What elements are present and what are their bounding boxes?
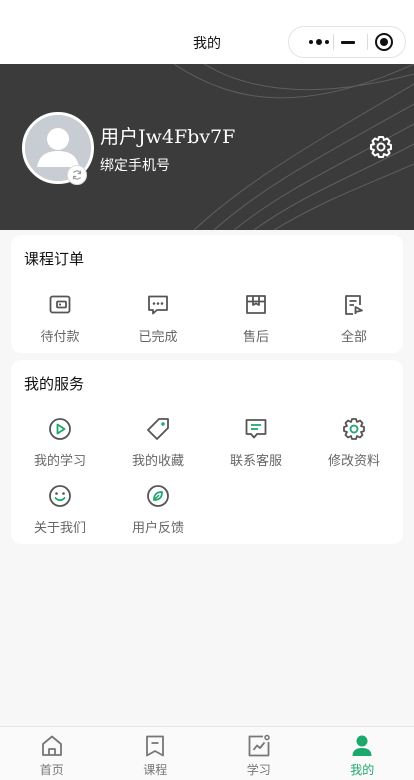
document-list-icon [345,295,363,315]
play-circle-icon [49,418,71,440]
order-pending-payment[interactable]: 待付款 [11,292,109,345]
top-navbar: 我的 [0,0,414,64]
course-orders-card: 课程订单 待付款 已完成 售后 全部 [11,235,403,353]
service-my-favorites[interactable]: 我的收藏 [109,416,207,469]
tag-icon [147,418,169,440]
order-completed[interactable]: 已完成 [109,292,207,345]
bookmark-icon [146,735,165,757]
order-after-sales[interactable]: 售后 [207,292,305,345]
compass-leaf-icon [147,485,169,507]
avatar-refresh-badge[interactable] [67,165,87,185]
service-my-learning-label: 我的学习 [33,454,86,469]
profile-header: 用户Jw4Fbv7F 绑定手机号 [0,64,414,230]
username: 用户Jw4Fbv7F [100,126,236,148]
order-pending-payment-label: 待付款 [40,330,80,345]
service-my-favorites-label: 我的收藏 [131,454,184,469]
service-edit-profile[interactable]: 修改资料 [305,416,403,469]
target-close-icon[interactable] [375,33,393,51]
tab-learning[interactable]: 学习 [207,733,311,778]
mini-program-capsule [288,26,406,58]
tab-home-label: 首页 [39,763,64,777]
message-icon [245,419,267,439]
minimize-icon[interactable] [341,41,355,44]
capsule-divider [367,34,368,50]
tab-courses-label: 课程 [143,763,168,777]
my-services-card: 我的服务 我的学习 我的收藏 联系客服 修改资料 关于我们 用户反馈 [11,360,403,544]
wallet-icon [49,295,71,314]
bottom-tab-bar: 首页 课程 学习 我的 [0,726,414,780]
bind-phone-link[interactable]: 绑定手机号 [100,155,170,175]
tab-mine-label: 我的 [350,763,375,777]
service-my-learning[interactable]: 我的学习 [11,416,109,469]
service-edit-profile-label: 修改资料 [327,454,380,469]
service-about-us[interactable]: 关于我们 [11,483,109,536]
gear-icon [343,418,365,440]
service-user-feedback-label: 用户反馈 [131,521,184,536]
refresh-icon [72,170,82,180]
chart-icon [248,734,270,757]
shop-box-icon [246,295,266,314]
tab-learning-label: 学习 [246,763,271,777]
home-icon [41,735,62,756]
service-user-feedback[interactable]: 用户反馈 [109,483,207,536]
order-after-sales-label: 售后 [242,330,269,345]
order-all-label: 全部 [340,330,367,345]
order-all[interactable]: 全部 [305,292,403,345]
service-customer-support-label: 联系客服 [229,454,282,469]
tab-home[interactable]: 首页 [0,733,104,778]
service-about-us-label: 关于我们 [33,521,86,536]
chat-dots-icon [148,295,168,315]
my-services-title: 我的服务 [24,375,85,393]
service-customer-support[interactable]: 联系客服 [207,416,305,469]
tab-courses[interactable]: 课程 [104,733,208,778]
tab-mine[interactable]: 我的 [311,733,414,778]
course-orders-title: 课程订单 [24,250,85,268]
order-completed-label: 已完成 [138,330,178,345]
smile-icon [49,485,71,507]
user-icon [352,735,372,756]
gear-icon[interactable] [368,134,394,160]
capsule-divider [333,34,334,50]
